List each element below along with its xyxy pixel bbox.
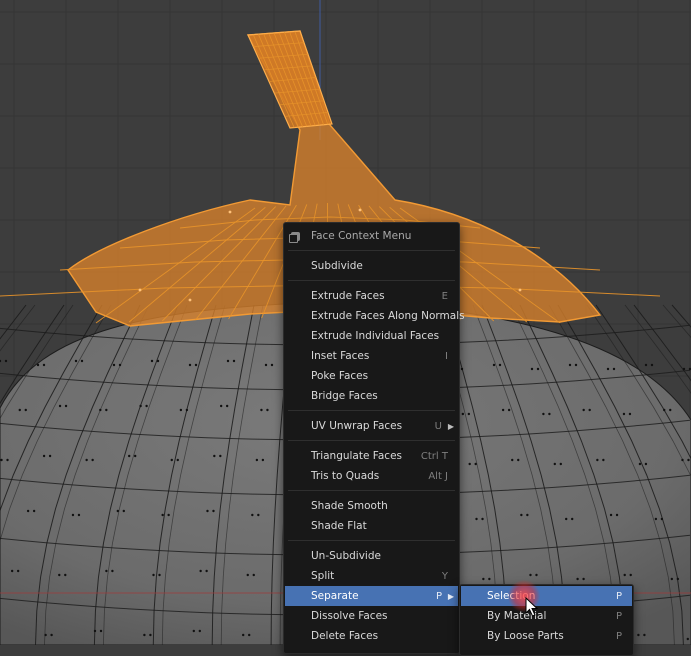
menu-item-label: Separate [311, 590, 359, 602]
submenu-item-by-loose-parts[interactable]: By Loose Parts P [461, 626, 632, 646]
menu-item-shade-smooth[interactable]: Shade Smooth [285, 496, 458, 516]
menu-item-label: Inset Faces [311, 350, 370, 362]
shortcut-hint: I [445, 350, 448, 362]
menu-item-extrude-faces[interactable]: Extrude Faces E [285, 286, 458, 306]
menu-item-extrude-individual[interactable]: Extrude Individual Faces [285, 326, 458, 346]
menu-item-label: Shade Flat [311, 520, 367, 532]
menu-item-triangulate[interactable]: Triangulate Faces Ctrl T [285, 446, 458, 466]
menu-item-label: Delete Faces [311, 630, 379, 642]
menu-item-label: Tris to Quads [311, 470, 380, 482]
menu-item-un-subdivide[interactable]: Un-Subdivide [285, 546, 458, 566]
menu-item-extrude-along-normals[interactable]: Extrude Faces Along Normals [285, 306, 465, 326]
submenu-arrow-icon: ▶ [447, 421, 454, 431]
menu-separator [288, 540, 455, 541]
submenu-item-selection[interactable]: Selection P [461, 586, 632, 606]
menu-item-subdivide[interactable]: Subdivide [285, 256, 458, 276]
shortcut-hint: Y [441, 570, 448, 582]
menu-item-delete-faces[interactable]: Delete Faces [285, 626, 458, 646]
menu-item-label: Triangulate Faces [311, 450, 402, 462]
menu-item-label: Shade Smooth [311, 500, 388, 512]
menu-item-poke-faces[interactable]: Poke Faces [285, 366, 458, 386]
menu-item-label: Dissolve Faces [311, 610, 388, 622]
shortcut-hint: P [615, 590, 622, 602]
menu-item-shade-flat[interactable]: Shade Flat [285, 516, 458, 536]
menu-item-label: Extrude Faces Along Normals [311, 310, 465, 322]
menu-title: Face Context Menu [311, 230, 412, 242]
submenu-item-label: By Material [487, 610, 547, 622]
menu-item-label: Subdivide [311, 260, 363, 272]
menu-separator [288, 490, 455, 491]
face-select-icon [289, 231, 300, 243]
shortcut-hint: Alt J [428, 470, 448, 482]
menu-item-bridge-faces[interactable]: Bridge Faces [285, 386, 458, 406]
menu-item-separate[interactable]: Separate P ▶ [285, 586, 458, 606]
menu-item-split[interactable]: Split Y [285, 566, 458, 586]
menu-item-label: Split [311, 570, 335, 582]
menu-item-label: Extrude Individual Faces [311, 330, 440, 342]
shortcut-hint: U [434, 420, 442, 432]
menu-separator [288, 410, 455, 411]
menu-separator [288, 440, 455, 441]
menu-title-row: Face Context Menu [284, 227, 459, 245]
shortcut-hint: P [615, 610, 622, 622]
separate-submenu: Selection P By Material P By Loose Parts… [459, 584, 634, 656]
shortcut-hint: P [615, 630, 622, 642]
menu-item-label: Un-Subdivide [311, 550, 381, 562]
menu-separator [288, 280, 455, 281]
menu-item-label: Poke Faces [311, 370, 369, 382]
shortcut-hint: P [435, 590, 442, 602]
menu-item-tris-to-quads[interactable]: Tris to Quads Alt J [285, 466, 458, 486]
menu-item-label: UV Unwrap Faces [311, 420, 403, 432]
menu-item-label: Extrude Faces [311, 290, 385, 302]
menu-item-dissolve-faces[interactable]: Dissolve Faces [285, 606, 458, 626]
shortcut-hint: Ctrl T [420, 450, 448, 462]
submenu-item-label: By Loose Parts [487, 630, 564, 642]
shortcut-hint: E [441, 290, 448, 302]
menu-item-uv-unwrap[interactable]: UV Unwrap Faces U ▶ [285, 416, 458, 436]
submenu-arrow-icon: ▶ [447, 591, 454, 601]
menu-item-inset-faces[interactable]: Inset Faces I [285, 346, 458, 366]
face-context-menu: Face Context Menu Subdivide Extrude Face… [283, 222, 465, 654]
menu-item-label: Bridge Faces [311, 390, 378, 402]
menu-separator [288, 250, 455, 251]
submenu-item-label: Selection [487, 590, 536, 602]
submenu-item-by-material[interactable]: By Material P [461, 606, 632, 626]
